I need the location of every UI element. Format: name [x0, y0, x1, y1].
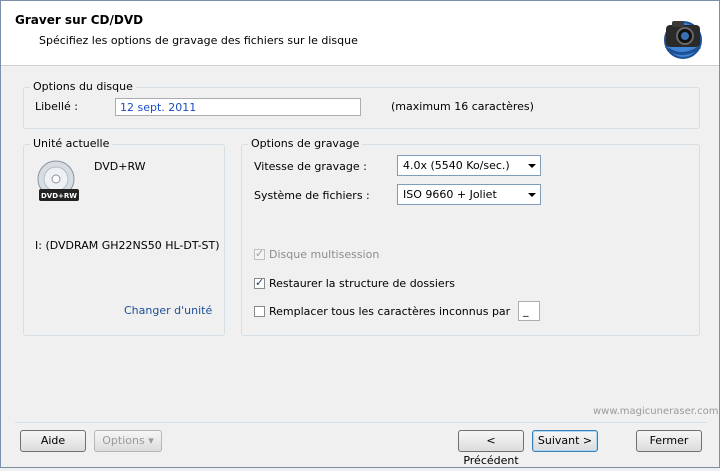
watermark-text: www.magicuneraser.com: [593, 406, 719, 417]
replace-chars-checkbox-box: [254, 306, 265, 317]
chevron-down-icon: [528, 164, 536, 168]
wizard-window: Graver sur CD/DVD Spécifiez les options …: [0, 0, 720, 468]
restore-structure-checkbox[interactable]: Restaurer la structure de dossiers: [254, 276, 455, 290]
current-drive-label: Unité actuelle: [30, 137, 113, 150]
disc-label-input[interactable]: 12 sept. 2011: [115, 98, 361, 116]
close-button[interactable]: Fermer: [636, 430, 702, 452]
burn-speed-select[interactable]: 4.0x (5540 Ko/sec.): [397, 155, 541, 176]
multisession-checkbox[interactable]: Disque multisession: [254, 247, 380, 261]
back-button[interactable]: < Précédent: [458, 430, 524, 467]
disc-badge-text: DVD+RW: [41, 192, 77, 200]
wizard-header: Graver sur CD/DVD Spécifiez les options …: [1, 1, 719, 66]
drive-name: I: (DVDRAM GH22NS50 HL-DT-ST): [35, 239, 220, 252]
camera-disc-icon: [664, 21, 702, 59]
burn-options-label: Options de gravage: [248, 137, 363, 150]
multisession-label: Disque multisession: [269, 248, 380, 261]
file-system-value: ISO 9660 + Joliet: [403, 188, 497, 201]
dvd-disc-icon: DVD+RW: [37, 160, 79, 201]
disc-options-label: Options du disque: [30, 80, 136, 93]
disc-label-max-hint: (maximum 16 caractères): [391, 100, 534, 113]
restore-structure-checkbox-box: [254, 276, 265, 289]
wizard-title: Graver sur CD/DVD: [15, 13, 144, 27]
burn-speed-label: Vitesse de gravage :: [254, 160, 367, 173]
chevron-down-icon: [528, 193, 536, 197]
disc-label-caption: Libellé :: [35, 100, 79, 113]
multisession-checkbox-box: [254, 247, 265, 260]
replace-char-input[interactable]: _: [518, 301, 540, 321]
footer-separator: [15, 422, 707, 423]
dropdown-arrow-icon: ▾: [148, 434, 154, 447]
wizard-subtitle: Spécifiez les options de gravage des fic…: [39, 34, 358, 47]
help-button[interactable]: Aide: [20, 430, 86, 452]
options-button[interactable]: Options ▾: [94, 430, 162, 452]
burn-speed-value: 4.0x (5540 Ko/sec.): [403, 159, 510, 172]
drive-media-type: DVD+RW: [94, 160, 146, 173]
change-drive-link[interactable]: Changer d'unité: [124, 304, 212, 317]
replace-chars-label: Remplacer tous les caractères inconnus p…: [269, 305, 511, 318]
options-button-label: Options: [102, 434, 145, 447]
file-system-label: Système de fichiers :: [254, 189, 370, 202]
replace-chars-checkbox[interactable]: Remplacer tous les caractères inconnus p…: [254, 305, 510, 318]
next-button[interactable]: Suivant >: [532, 430, 598, 452]
file-system-select[interactable]: ISO 9660 + Joliet: [397, 184, 541, 205]
restore-structure-label: Restaurer la structure de dossiers: [269, 277, 455, 290]
